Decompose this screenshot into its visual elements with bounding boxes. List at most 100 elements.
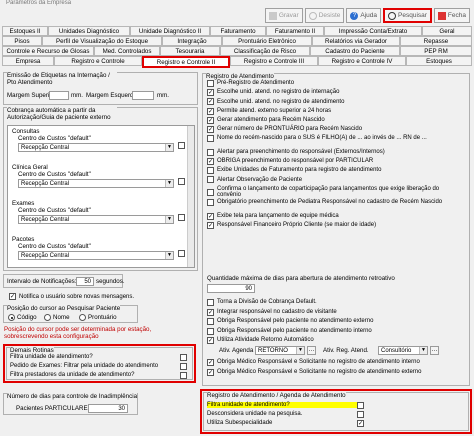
ativ-reg-select[interactable]: Consultório ▼	[378, 346, 428, 355]
tab-cadastro-paciente[interactable]: Cadastro do Paciente	[310, 46, 400, 56]
attendance-option-row[interactable]: Pré-Registro de Atendimento	[207, 80, 294, 87]
attendance-option-row[interactable]: Nome do recém-nascido para o SUS é FILHO…	[207, 135, 427, 143]
attendance-option-b-row[interactable]: Obriga Responsável pelo paciente no aten…	[207, 327, 372, 335]
attendance-option-checkbox[interactable]	[207, 135, 214, 143]
billing-group-checkbox[interactable]	[178, 178, 185, 185]
tab-pep-rm[interactable]: PEP RM	[400, 46, 472, 56]
tab-impressao-conta[interactable]: Impressão Conta/Extrato	[324, 26, 422, 36]
filter-unit-checkbox[interactable]	[180, 353, 187, 361]
attendance-option-checkbox[interactable]: ✓	[207, 212, 214, 220]
attendance-option-b-checkbox[interactable]: ✓	[207, 308, 214, 316]
attendance-option-row[interactable]: ✓ Exibe tela para lançamento de equipe mé…	[207, 212, 339, 220]
attendance-option-b-checkbox[interactable]	[207, 327, 214, 335]
attendance-option-row[interactable]: Exibe Unidades de Faturamento para regis…	[207, 167, 381, 175]
attendance-option-b-checkbox[interactable]	[207, 299, 214, 306]
billing-group-checkbox[interactable]	[178, 142, 185, 149]
tab-faturamento[interactable]: Faturamento	[210, 26, 266, 36]
cost-center-select[interactable]: Recepção Central ▼	[18, 143, 174, 152]
attendance-option-checkbox[interactable]: ✓	[207, 89, 214, 97]
cancel-button[interactable]: Desiste	[304, 8, 345, 23]
tab-estoques-ii[interactable]: Estoques II	[2, 26, 48, 36]
exam-request-row[interactable]: Pedido de Exames: Filtrar pela unidade d…	[10, 362, 190, 370]
tab-integracao[interactable]: Integração	[162, 36, 222, 46]
tab-faturamento-ii[interactable]: Faturamento II	[266, 26, 324, 36]
notif-input[interactable]: 50	[76, 277, 94, 286]
tab-prontuario-eletronico[interactable]: Prontuário Eletrônico	[222, 36, 312, 46]
tab-registro-controle-ii[interactable]: Registro e Controle II	[142, 56, 230, 68]
help-button[interactable]: ? Ajuda	[346, 8, 382, 23]
cost-center-select[interactable]: Recepção Central ▼	[18, 215, 174, 224]
tab-perfil-visualizacao[interactable]: Perfil de Visualização do Estoque	[42, 36, 162, 46]
attendance-option-row[interactable]: Alertar Observação de Paciente	[207, 176, 302, 184]
attendance-option-b-row[interactable]: ✓ Utiliza Atividade Retorno Automático	[207, 337, 314, 344]
billing-group-checkbox[interactable]	[178, 250, 185, 257]
attendance-option-checkbox[interactable]: ✓	[207, 126, 214, 133]
tab-registro-controle-iii[interactable]: Registro e Controle III	[230, 56, 318, 66]
agenda-option-checkbox[interactable]: ✓	[357, 419, 364, 427]
attendance-option-c-checkbox[interactable]: ✓	[207, 369, 214, 376]
radio-name-button[interactable]	[44, 314, 51, 321]
tab-estoques[interactable]: Estoques	[406, 56, 472, 66]
attendance-option-row[interactable]: ✓ Permite atend. externo superior a 24 ho…	[207, 107, 331, 115]
radio-code[interactable]: Código	[8, 314, 37, 321]
tab-controle-glosas[interactable]: Controle e Recurso de Glosas	[2, 46, 94, 56]
tab-tesouraria[interactable]: Tesouraria	[160, 46, 220, 56]
tab-med-controlados[interactable]: Med. Controlados	[94, 46, 160, 56]
tab-geral[interactable]: Geral	[422, 26, 472, 36]
grid-scrollbar[interactable]	[187, 126, 194, 267]
tab-unidades-diagnostico[interactable]: Unidades Diagnóstico	[48, 26, 130, 36]
attendance-option-b-row[interactable]: ✓ Integrar responsável no cadastro de vis…	[207, 308, 337, 316]
agenda-option-row[interactable]: Filtra unidade de atendimento?	[207, 401, 463, 409]
agenda-option-row[interactable]: Desconsidera unidade na pesquisa.	[207, 410, 463, 418]
tab-unidade-diagnostico-ii[interactable]: Unidade Diagnóstico II	[130, 26, 210, 36]
agenda-option-checkbox[interactable]	[357, 410, 364, 418]
attendance-option-checkbox[interactable]: ✓	[207, 98, 214, 106]
ativ-reg-lookup-button[interactable]: …	[430, 346, 439, 355]
attendance-option-row[interactable]: Confirma o lançamento de coparticipação …	[207, 186, 457, 199]
attendance-option-c-checkbox[interactable]: ✓	[207, 359, 214, 366]
attendance-option-b-checkbox[interactable]: ✓	[207, 337, 214, 344]
attendance-option-row[interactable]: ✓ Gerar número de PRONTUÁRIO para Recém N…	[207, 126, 362, 133]
save-button[interactable]: Gravar	[264, 8, 303, 23]
cost-center-select[interactable]: Recepção Central ▼	[18, 251, 174, 260]
filter-unit-row[interactable]: Filtra unidade de atendimento?	[10, 353, 190, 361]
attendance-option-checkbox[interactable]	[207, 188, 214, 196]
attendance-option-row[interactable]: ✓ Escolhe unid. atend. no registro de int…	[207, 89, 339, 97]
tab-classificacao-risco[interactable]: Classificação de Risco	[220, 46, 310, 56]
tab-repasse[interactable]: Repasse	[400, 36, 472, 46]
attendance-option-checkbox[interactable]: ✓	[207, 157, 214, 165]
billing-group-checkbox[interactable]	[178, 214, 185, 221]
attendance-option-b-row[interactable]: Obriga Responsável pelo paciente no aten…	[207, 318, 373, 325]
notify-user-row[interactable]: ✓ Notifica o usuário sobre novas mensage…	[9, 293, 134, 300]
attendance-option-c-row[interactable]: ✓ Obriga Médico Responsável e Solicitante…	[207, 369, 421, 376]
attendance-option-row[interactable]: ✓ Escolhe unid. atend. no registro de ate…	[207, 98, 344, 106]
attendance-option-row[interactable]: ✓ Gerar atendimento para Recém Nascido	[207, 116, 325, 124]
billing-grid[interactable]: Consultas Centro de Custos "default" Recep…	[7, 125, 195, 268]
tab-registro-controle[interactable]: Registro e Controle	[54, 56, 142, 66]
search-button[interactable]: Pesquisar	[383, 8, 432, 23]
close-button[interactable]: Fecha	[433, 8, 470, 23]
private-patients-input[interactable]: 30	[88, 404, 128, 413]
attendance-option-checkbox[interactable]: ✓	[207, 107, 214, 115]
filter-providers-row[interactable]: Filtra prestadores da unidade de atendim…	[10, 371, 190, 379]
exam-request-checkbox[interactable]	[180, 362, 187, 370]
attendance-option-checkbox[interactable]	[207, 199, 214, 206]
top-margin-input[interactable]	[49, 91, 69, 100]
attendance-option-checkbox[interactable]	[207, 80, 214, 87]
attendance-option-row[interactable]: Obrigatório preenchimento de Pediatra Re…	[207, 199, 442, 206]
attendance-option-b-checkbox[interactable]	[207, 318, 214, 325]
cost-center-select[interactable]: Recepção Central ▼	[18, 179, 174, 188]
radio-name[interactable]: Nome	[44, 314, 70, 321]
attendance-option-c-row[interactable]: ✓ Obriga Médico Responsável e Solicitante…	[207, 359, 420, 366]
tab-registro-controle-iv[interactable]: Registro e Controle IV	[318, 56, 406, 66]
ativ-agenda-select[interactable]: RETORNO ▼	[255, 346, 305, 355]
attendance-option-checkbox[interactable]: ✓	[207, 221, 214, 229]
attendance-option-row[interactable]: Alertar para preenchimento do responsáve…	[207, 148, 385, 156]
attendance-option-checkbox[interactable]	[207, 176, 214, 184]
max-days-input[interactable]: 90	[207, 284, 255, 293]
radio-prontuario[interactable]: Prontuário	[79, 314, 117, 321]
attendance-option-checkbox[interactable]	[207, 148, 214, 156]
agenda-option-checkbox[interactable]	[357, 401, 364, 409]
attendance-option-row[interactable]: ✓ OBRIGA preenchimento do responsável por…	[207, 157, 373, 165]
radio-code-button[interactable]	[8, 314, 15, 321]
